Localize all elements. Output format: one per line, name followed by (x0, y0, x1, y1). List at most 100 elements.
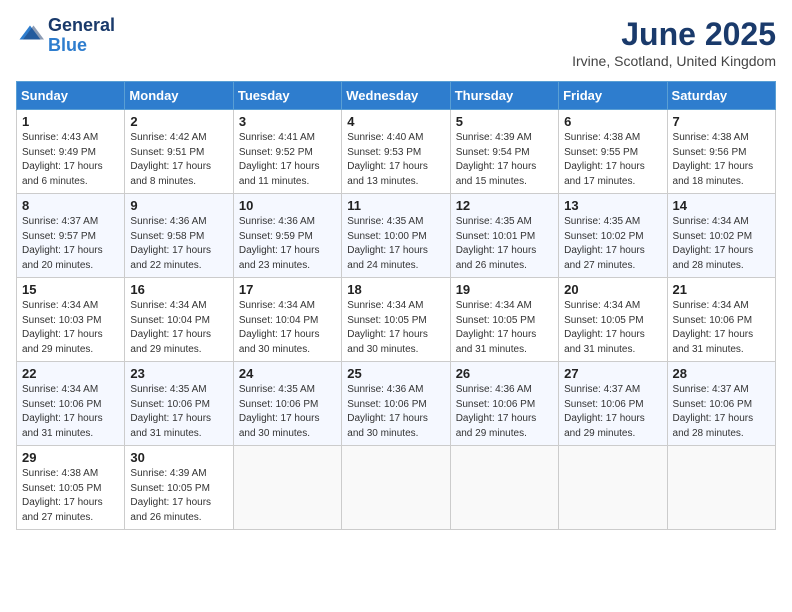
location: Irvine, Scotland, United Kingdom (572, 53, 776, 69)
day-number: 24 (239, 366, 336, 381)
page-header: General Blue June 2025 Irvine, Scotland,… (16, 16, 776, 69)
day-info: Sunrise: 4:35 AMSunset: 10:02 PMDaylight… (564, 215, 661, 273)
day-number: 8 (22, 198, 119, 213)
day-info: Sunrise: 4:39 AMSunset: 10:05 PMDaylight… (130, 467, 227, 525)
logo: General Blue (16, 16, 115, 56)
day-info: Sunrise: 4:38 AMSunset: 10:05 PMDaylight… (22, 467, 119, 525)
day-number: 13 (564, 198, 661, 213)
day-info: Sunrise: 4:37 AMSunset: 10:06 PMDaylight… (673, 383, 770, 441)
calendar-cell: 22 Sunrise: 4:34 AMSunset: 10:06 PMDaylig… (17, 362, 125, 446)
calendar-cell: 8 Sunrise: 4:37 AMSunset: 9:57 PMDaylight… (17, 194, 125, 278)
calendar-cell: 26 Sunrise: 4:36 AMSunset: 10:06 PMDaylig… (450, 362, 558, 446)
day-info: Sunrise: 4:34 AMSunset: 10:02 PMDaylight… (673, 215, 770, 273)
calendar-cell: 24 Sunrise: 4:35 AMSunset: 10:06 PMDaylig… (233, 362, 341, 446)
calendar-cell: 6 Sunrise: 4:38 AMSunset: 9:55 PMDaylight… (559, 110, 667, 194)
day-info: Sunrise: 4:35 AMSunset: 10:06 PMDaylight… (130, 383, 227, 441)
day-number: 25 (347, 366, 444, 381)
calendar-week-5: 29 Sunrise: 4:38 AMSunset: 10:05 PMDaylig… (17, 446, 776, 530)
calendar-cell: 21 Sunrise: 4:34 AMSunset: 10:06 PMDaylig… (667, 278, 775, 362)
day-info: Sunrise: 4:34 AMSunset: 10:06 PMDaylight… (22, 383, 119, 441)
calendar-cell: 20 Sunrise: 4:34 AMSunset: 10:05 PMDaylig… (559, 278, 667, 362)
day-header-sunday: Sunday (17, 82, 125, 110)
day-number: 16 (130, 282, 227, 297)
day-number: 15 (22, 282, 119, 297)
logo-text: General Blue (48, 16, 115, 56)
day-info: Sunrise: 4:38 AMSunset: 9:55 PMDaylight:… (564, 131, 661, 189)
calendar-cell (667, 446, 775, 530)
day-number: 19 (456, 282, 553, 297)
day-number: 21 (673, 282, 770, 297)
day-number: 28 (673, 366, 770, 381)
calendar-cell: 9 Sunrise: 4:36 AMSunset: 9:58 PMDaylight… (125, 194, 233, 278)
day-info: Sunrise: 4:37 AMSunset: 10:06 PMDaylight… (564, 383, 661, 441)
day-number: 11 (347, 198, 444, 213)
day-header-saturday: Saturday (667, 82, 775, 110)
day-info: Sunrise: 4:34 AMSunset: 10:06 PMDaylight… (673, 299, 770, 357)
day-number: 9 (130, 198, 227, 213)
calendar-cell: 14Sunrise: 4:34 AMSunset: 10:02 PMDaylig… (667, 194, 775, 278)
calendar-cell (233, 446, 341, 530)
day-number: 1 (22, 114, 119, 129)
day-number: 27 (564, 366, 661, 381)
day-info: Sunrise: 4:36 AMSunset: 9:58 PMDaylight:… (130, 215, 227, 273)
calendar-cell: 23Sunrise: 4:35 AMSunset: 10:06 PMDaylig… (125, 362, 233, 446)
day-info: Sunrise: 4:36 AMSunset: 10:06 PMDaylight… (456, 383, 553, 441)
calendar-cell: 19 Sunrise: 4:34 AMSunset: 10:05 PMDaylig… (450, 278, 558, 362)
day-number: 7 (673, 114, 770, 129)
calendar-cell: 5 Sunrise: 4:39 AMSunset: 9:54 PMDaylight… (450, 110, 558, 194)
day-number: 20 (564, 282, 661, 297)
day-number: 6 (564, 114, 661, 129)
calendar-cell: 28 Sunrise: 4:37 AMSunset: 10:06 PMDaylig… (667, 362, 775, 446)
calendar-cell: 4 Sunrise: 4:40 AMSunset: 9:53 PMDaylight… (342, 110, 450, 194)
day-info: Sunrise: 4:41 AMSunset: 9:52 PMDaylight:… (239, 131, 336, 189)
day-number: 12 (456, 198, 553, 213)
calendar-cell: 25 Sunrise: 4:36 AMSunset: 10:06 PMDaylig… (342, 362, 450, 446)
day-info: Sunrise: 4:35 AMSunset: 10:06 PMDaylight… (239, 383, 336, 441)
day-number: 10 (239, 198, 336, 213)
calendar-cell: 12 Sunrise: 4:35 AMSunset: 10:01 PMDaylig… (450, 194, 558, 278)
day-number: 30 (130, 450, 227, 465)
month-title: June 2025 (572, 16, 776, 53)
day-number: 22 (22, 366, 119, 381)
day-number: 29 (22, 450, 119, 465)
day-number: 2 (130, 114, 227, 129)
calendar-cell: 2 Sunrise: 4:42 AMSunset: 9:51 PMDaylight… (125, 110, 233, 194)
calendar-cell: 7 Sunrise: 4:38 AMSunset: 9:56 PMDaylight… (667, 110, 775, 194)
day-info: Sunrise: 4:34 AMSunset: 10:05 PMDaylight… (564, 299, 661, 357)
day-header-monday: Monday (125, 82, 233, 110)
calendar-header-row: SundayMondayTuesdayWednesdayThursdayFrid… (17, 82, 776, 110)
day-header-friday: Friday (559, 82, 667, 110)
day-header-thursday: Thursday (450, 82, 558, 110)
day-info: Sunrise: 4:40 AMSunset: 9:53 PMDaylight:… (347, 131, 444, 189)
day-info: Sunrise: 4:38 AMSunset: 9:56 PMDaylight:… (673, 131, 770, 189)
day-header-tuesday: Tuesday (233, 82, 341, 110)
calendar-week-3: 15Sunrise: 4:34 AMSunset: 10:03 PMDaylig… (17, 278, 776, 362)
calendar-cell (559, 446, 667, 530)
day-info: Sunrise: 4:34 AMSunset: 10:05 PMDaylight… (347, 299, 444, 357)
day-info: Sunrise: 4:34 AMSunset: 10:05 PMDaylight… (456, 299, 553, 357)
calendar-cell (450, 446, 558, 530)
calendar-week-1: 1 Sunrise: 4:43 AMSunset: 9:49 PMDaylight… (17, 110, 776, 194)
calendar-cell: 27 Sunrise: 4:37 AMSunset: 10:06 PMDaylig… (559, 362, 667, 446)
calendar-cell (342, 446, 450, 530)
day-info: Sunrise: 4:36 AMSunset: 9:59 PMDaylight:… (239, 215, 336, 273)
day-info: Sunrise: 4:37 AMSunset: 9:57 PMDaylight:… (22, 215, 119, 273)
day-number: 17 (239, 282, 336, 297)
day-info: Sunrise: 4:35 AMSunset: 10:01 PMDaylight… (456, 215, 553, 273)
title-block: June 2025 Irvine, Scotland, United Kingd… (572, 16, 776, 69)
day-number: 26 (456, 366, 553, 381)
calendar-cell: 15Sunrise: 4:34 AMSunset: 10:03 PMDaylig… (17, 278, 125, 362)
day-info: Sunrise: 4:43 AMSunset: 9:49 PMDaylight:… (22, 131, 119, 189)
day-info: Sunrise: 4:42 AMSunset: 9:51 PMDaylight:… (130, 131, 227, 189)
calendar-cell: 29 Sunrise: 4:38 AMSunset: 10:05 PMDaylig… (17, 446, 125, 530)
calendar-week-2: 8 Sunrise: 4:37 AMSunset: 9:57 PMDaylight… (17, 194, 776, 278)
day-info: Sunrise: 4:36 AMSunset: 10:06 PMDaylight… (347, 383, 444, 441)
calendar-cell: 3Sunrise: 4:41 AMSunset: 9:52 PMDaylight… (233, 110, 341, 194)
day-number: 4 (347, 114, 444, 129)
day-number: 18 (347, 282, 444, 297)
day-info: Sunrise: 4:39 AMSunset: 9:54 PMDaylight:… (456, 131, 553, 189)
day-number: 5 (456, 114, 553, 129)
day-info: Sunrise: 4:34 AMSunset: 10:04 PMDaylight… (130, 299, 227, 357)
day-info: Sunrise: 4:34 AMSunset: 10:04 PMDaylight… (239, 299, 336, 357)
calendar-cell: 18 Sunrise: 4:34 AMSunset: 10:05 PMDaylig… (342, 278, 450, 362)
